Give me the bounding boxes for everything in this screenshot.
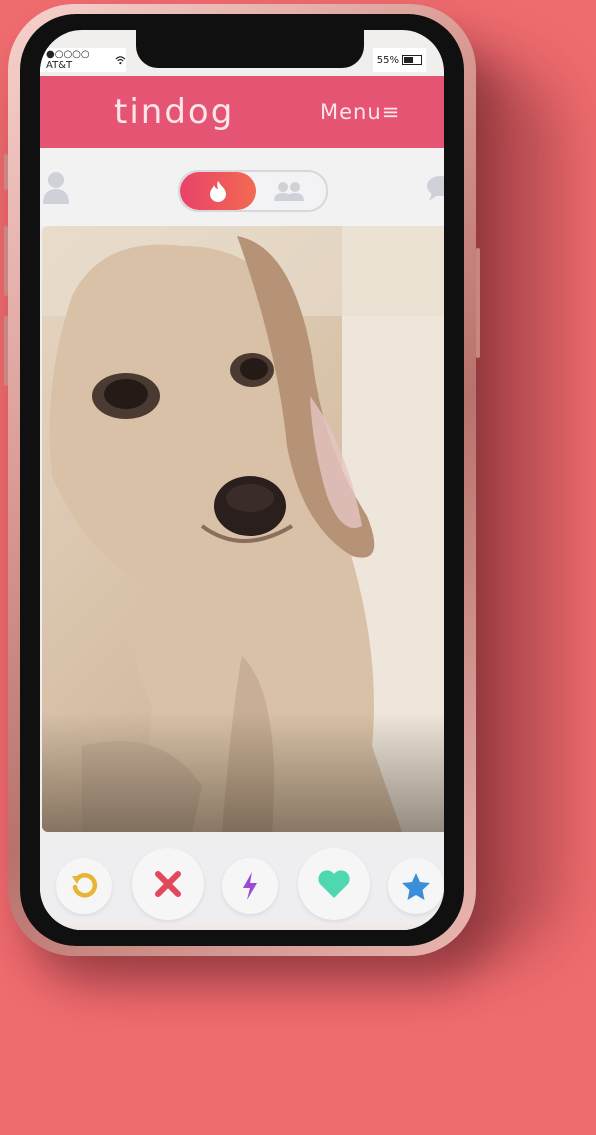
battery-label: 55% <box>376 54 399 66</box>
brand-logo[interactable]: tindog <box>114 92 234 132</box>
card-shade <box>42 712 444 832</box>
boost-button[interactable] <box>222 858 278 914</box>
footer-strip <box>40 925 444 930</box>
battery-icon <box>402 55 422 65</box>
mode-toggle[interactable] <box>178 170 328 212</box>
group-icon[interactable] <box>272 180 306 202</box>
phone-frame: ●○○○○ AT&T 55% tindog Menu≡ <box>4 4 480 956</box>
like-button[interactable] <box>298 848 370 920</box>
heart-icon <box>318 870 350 898</box>
side-button-power <box>476 248 480 358</box>
hamburger-icon: ≡ <box>381 100 401 124</box>
undo-icon <box>72 873 98 898</box>
rewind-button[interactable] <box>56 858 112 914</box>
notch <box>136 30 364 68</box>
profile-card[interactable] <box>42 226 444 832</box>
side-button-volume-up <box>4 226 8 296</box>
profile-icon[interactable] <box>42 170 70 204</box>
chat-icon[interactable] <box>426 174 444 204</box>
flame-icon <box>210 181 226 202</box>
status-carrier: ●○○○○ AT&T <box>40 48 126 72</box>
menu-label: Menu <box>320 100 382 124</box>
status-battery: 55% <box>372 48 426 72</box>
app-header: tindog Menu≡ <box>40 76 444 148</box>
nope-button[interactable] <box>132 848 204 920</box>
action-bar <box>40 836 444 930</box>
menu-button[interactable]: Menu≡ <box>320 100 400 124</box>
star-icon <box>402 873 430 900</box>
close-icon <box>155 871 181 897</box>
side-button-mute <box>4 154 8 190</box>
toggle-discover[interactable] <box>180 172 256 210</box>
phone-bezel: ●○○○○ AT&T 55% tindog Menu≡ <box>20 14 464 946</box>
super-like-button[interactable] <box>388 858 444 914</box>
side-button-volume-down <box>4 316 8 386</box>
wifi-icon <box>115 56 126 65</box>
carrier-label: ●○○○○ AT&T <box>46 49 90 71</box>
phone-screen: ●○○○○ AT&T 55% tindog Menu≡ <box>40 30 444 930</box>
lightning-icon <box>243 872 257 900</box>
